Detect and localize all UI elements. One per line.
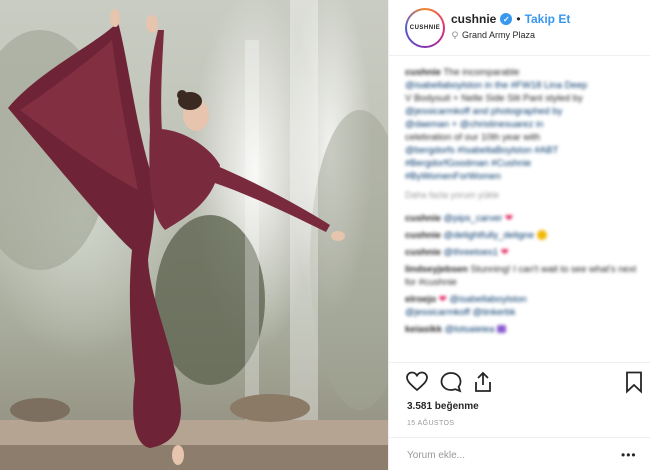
avatar-text: CUSHNIE xyxy=(407,10,443,46)
post-header: CUSHNIE cushnie ✓ • Takip Et Grand Army … xyxy=(389,0,650,56)
likes-count[interactable]: 3.581 beğenme xyxy=(407,401,479,412)
comment-input[interactable] xyxy=(407,446,607,464)
caption-line: @daeman + @christinesuarez in xyxy=(405,119,544,130)
location-link[interactable]: Grand Army Plaza xyxy=(451,30,535,40)
location-pin-icon xyxy=(452,31,458,39)
actions-divider xyxy=(389,362,650,363)
username-row: cushnie ✓ • Takip Et xyxy=(451,12,570,26)
heart-emoji-icon: ❤ xyxy=(438,294,447,305)
bookmark-icon[interactable] xyxy=(622,370,646,394)
comment-item: cushnie @delightfully_deligne xyxy=(405,229,637,242)
load-more-comments[interactable]: Daha fazla yorum yükle xyxy=(405,189,637,202)
smile-emoji-icon xyxy=(536,230,547,241)
caption-line: celebration of our 10th year with xyxy=(405,132,541,143)
comment-username[interactable]: lindseyjebsen xyxy=(405,264,468,275)
caption-line: #BergdorfGoodman #Cushnie xyxy=(405,158,532,169)
comment-item: cushnie @threetoes1 ❤ xyxy=(405,246,637,259)
comment-text: @isabellaboylston xyxy=(449,294,527,305)
post-photo[interactable] xyxy=(0,0,388,470)
caption-username[interactable]: cushnie xyxy=(405,67,441,78)
comment-item: elroejo ❤ @isabellaboylston @jessicarmko… xyxy=(405,293,637,319)
caption-line: The incomparable xyxy=(443,67,520,78)
heart-emoji-icon: ❤ xyxy=(500,247,509,258)
heart-emoji-icon: ❤ xyxy=(504,213,513,224)
speech-bubble-icon[interactable] xyxy=(439,370,463,394)
follow-button[interactable]: Takip Et xyxy=(525,12,571,26)
location-label: Grand Army Plaza xyxy=(462,30,536,40)
username[interactable]: cushnie xyxy=(451,12,496,26)
comment-text: @lotsaieiea xyxy=(444,324,495,335)
comment-divider xyxy=(389,437,650,438)
share-icon[interactable] xyxy=(471,370,495,394)
more-options-icon[interactable]: ••• xyxy=(621,448,637,462)
caption-line: V Bodysuit + Nelle Side Slit Pant styled… xyxy=(405,93,583,104)
avatar[interactable]: CUSHNIE xyxy=(405,8,445,48)
caption-line: @bergdorfs #IsabellaBoylston #ABT xyxy=(405,145,559,156)
caption-line: @jessicarmkoff and photographed by xyxy=(405,106,563,117)
purple-emoji-icon xyxy=(497,325,507,334)
comment-text: @threetoes1 xyxy=(443,247,499,258)
comment-username[interactable]: cushnie xyxy=(405,213,441,224)
caption: cushnie The incomparable @isabellaboylst… xyxy=(405,66,637,183)
verified-badge-icon: ✓ xyxy=(500,13,513,25)
separator-dot: • xyxy=(516,12,521,26)
caption-line: @isabellaboylston in the #FW18 Lina Deep xyxy=(405,80,588,91)
comment-username[interactable]: cushnie xyxy=(405,247,441,258)
dancer-illustration xyxy=(0,0,388,470)
comment-item: lindseyjebsen Stunning! I can't wait to … xyxy=(405,263,637,289)
comment-username[interactable]: keiasikk xyxy=(405,324,442,335)
post-sidebar: CUSHNIE cushnie ✓ • Takip Et Grand Army … xyxy=(389,0,650,470)
caption-line: #ByWomenForWomen xyxy=(405,171,501,182)
comment-text: @delightfully_deligne xyxy=(443,230,535,241)
post-date: 15 AĞUSTOS xyxy=(407,420,455,427)
heart-outline-icon[interactable] xyxy=(405,370,429,394)
comment-username[interactable]: elroejo xyxy=(405,294,436,305)
comment-item: cushnie @pips_carver ❤ xyxy=(405,212,637,225)
comments-section: cushnie The incomparable @isabellaboylst… xyxy=(405,66,637,340)
comment-text: @pips_carver xyxy=(443,213,503,224)
comment-extra: @jessicarmkoff @tinkerbk xyxy=(405,307,516,318)
comment-username[interactable]: cushnie xyxy=(405,230,441,241)
comment-item: keiasikk @lotsaieiea xyxy=(405,323,637,336)
